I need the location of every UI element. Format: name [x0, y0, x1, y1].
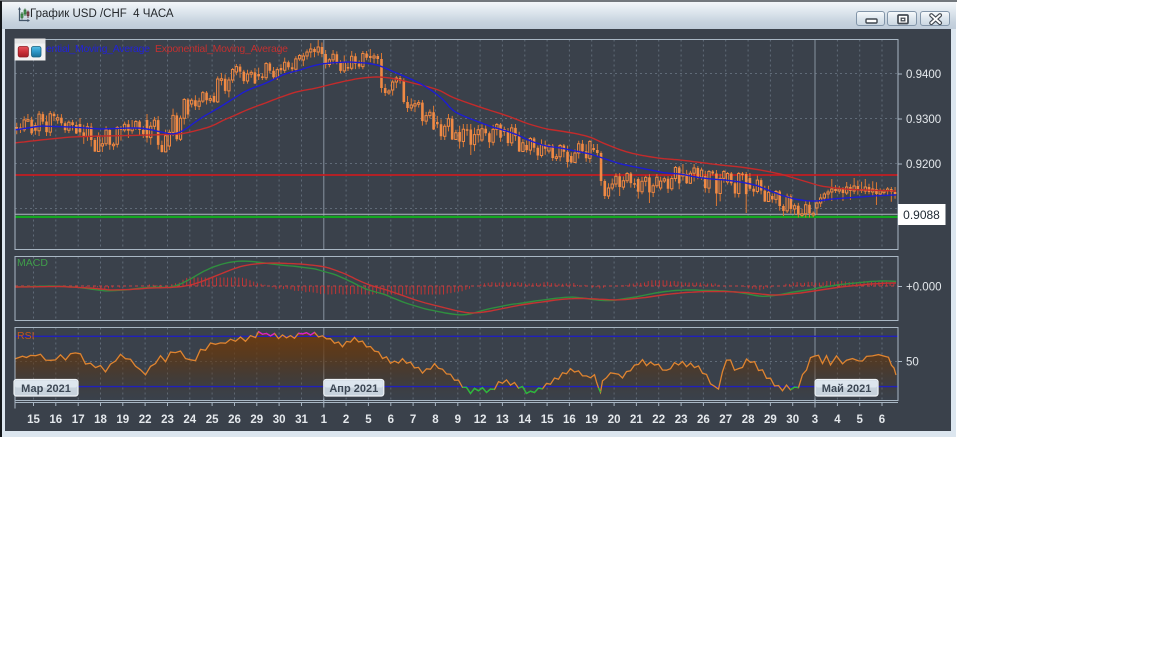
svg-text:28: 28 [741, 414, 754, 426]
svg-text:29: 29 [764, 414, 777, 426]
svg-text:19: 19 [116, 414, 129, 426]
svg-text:25: 25 [205, 414, 218, 426]
svg-text:24: 24 [183, 414, 196, 426]
svg-text:16: 16 [49, 414, 62, 426]
svg-text:30: 30 [786, 414, 799, 426]
svg-text:22: 22 [138, 414, 151, 426]
svg-text:18: 18 [94, 414, 107, 426]
svg-text:14: 14 [518, 414, 531, 426]
svg-text:16: 16 [563, 414, 576, 426]
svg-text:6: 6 [387, 414, 393, 426]
svg-text:0.9300: 0.9300 [906, 114, 941, 126]
svg-text:12: 12 [473, 414, 486, 426]
svg-text:29: 29 [250, 414, 263, 426]
svg-text:17: 17 [71, 414, 84, 426]
svg-text:26: 26 [228, 414, 241, 426]
svg-text:ential_Moving_Average: ential_Moving_Average [46, 43, 150, 55]
svg-text:3: 3 [811, 414, 817, 426]
svg-text:15: 15 [27, 414, 40, 426]
svg-text:0.9088: 0.9088 [903, 208, 940, 222]
svg-text:8: 8 [432, 414, 439, 426]
svg-text:7: 7 [409, 414, 415, 426]
svg-text:+0.000: +0.000 [906, 282, 942, 294]
svg-text:Exponential_Moving_Average: Exponential_Moving_Average [155, 43, 288, 55]
svg-text:6: 6 [878, 414, 884, 426]
svg-text:20: 20 [607, 414, 620, 426]
svg-text:22: 22 [652, 414, 665, 426]
svg-text:50: 50 [906, 357, 919, 369]
svg-text:0.9200: 0.9200 [906, 159, 941, 171]
svg-text:Апр 2021: Апр 2021 [329, 383, 378, 395]
svg-text:30: 30 [272, 414, 285, 426]
svg-text:15: 15 [540, 414, 553, 426]
svg-text:23: 23 [674, 414, 687, 426]
svg-text:Май 2021: Май 2021 [821, 383, 871, 395]
svg-text:9: 9 [454, 414, 460, 426]
svg-text:5: 5 [856, 414, 863, 426]
svg-text:MACD: MACD [17, 257, 48, 269]
svg-text:31: 31 [295, 414, 308, 426]
svg-text:RSI: RSI [17, 330, 35, 342]
svg-text:4: 4 [834, 414, 841, 426]
svg-text:19: 19 [585, 414, 598, 426]
svg-text:1: 1 [320, 414, 327, 426]
svg-text:27: 27 [719, 414, 732, 426]
svg-text:26: 26 [697, 414, 710, 426]
svg-text:Мар 2021: Мар 2021 [21, 383, 71, 395]
svg-text:23: 23 [161, 414, 174, 426]
svg-text:0.9400: 0.9400 [906, 69, 941, 81]
svg-text:21: 21 [630, 414, 643, 426]
svg-text:2: 2 [342, 414, 348, 426]
svg-text:13: 13 [496, 414, 509, 426]
svg-text:5: 5 [365, 414, 372, 426]
